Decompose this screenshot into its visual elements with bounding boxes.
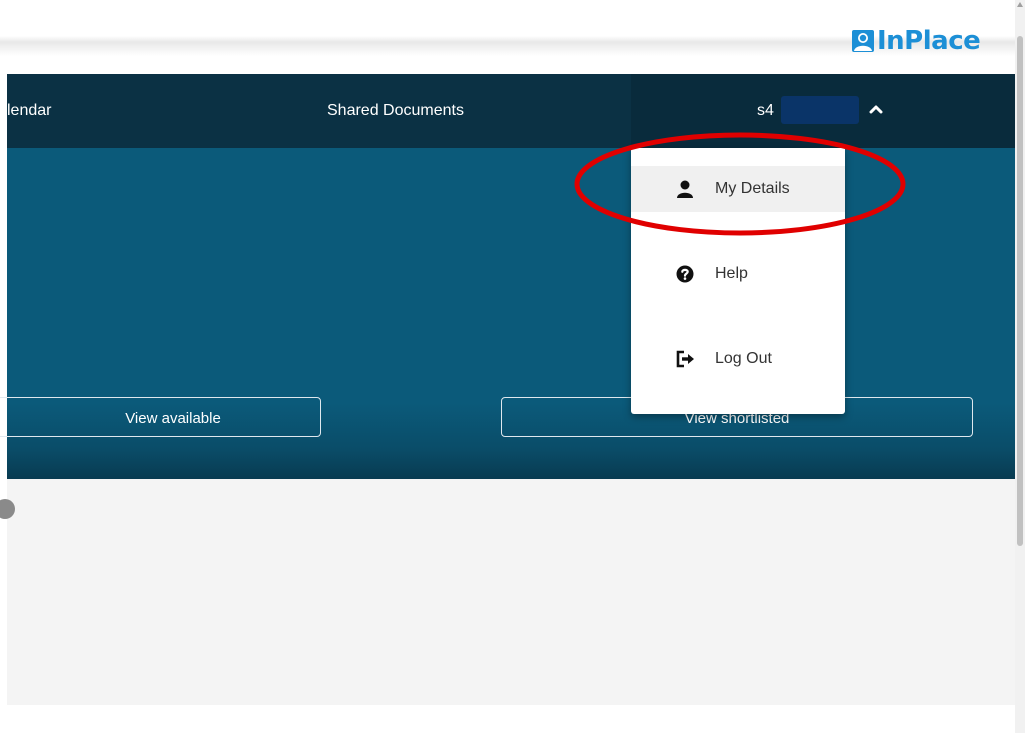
username-redaction [781, 96, 859, 124]
inplace-logo[interactable]: InPlace [851, 26, 981, 56]
user-menu-toggle[interactable]: s4 [631, 74, 1015, 148]
scroll-thumb[interactable] [1017, 36, 1023, 546]
vertical-scrollbar[interactable] [1015, 0, 1025, 733]
username: s4 [757, 102, 774, 119]
scroll-up-arrow-icon[interactable] [1017, 2, 1023, 7]
page: InPlace lendar Shared Documents s4 View … [0, 0, 1025, 733]
menu-item-my-details[interactable]: My Details [631, 166, 845, 212]
logo-person-icon [852, 30, 874, 52]
menu-item-label: Help [715, 265, 748, 282]
logo-text: InPlace [877, 26, 981, 56]
nav-item-calendar[interactable]: lendar [7, 74, 51, 148]
user-dropdown-menu: My Details Help Log Out [631, 148, 845, 414]
partial-circle-icon [0, 499, 15, 519]
menu-item-help[interactable]: Help [631, 251, 845, 297]
user-icon [677, 180, 693, 198]
menu-item-label: My Details [715, 180, 790, 197]
content-area [0, 479, 1015, 705]
view-available-button[interactable]: View available [0, 397, 321, 437]
nav-item-shared-documents[interactable]: Shared Documents [327, 74, 464, 148]
sign-out-icon [676, 350, 694, 368]
header: InPlace [0, 0, 1015, 74]
hero-panel: View available View shortlisted [0, 148, 1015, 479]
menu-item-label: Log Out [715, 350, 772, 367]
menu-item-log-out[interactable]: Log Out [631, 336, 845, 382]
question-circle-icon [676, 265, 694, 283]
chevron-up-icon [869, 105, 883, 114]
main-nav: lendar Shared Documents s4 [7, 74, 1015, 148]
